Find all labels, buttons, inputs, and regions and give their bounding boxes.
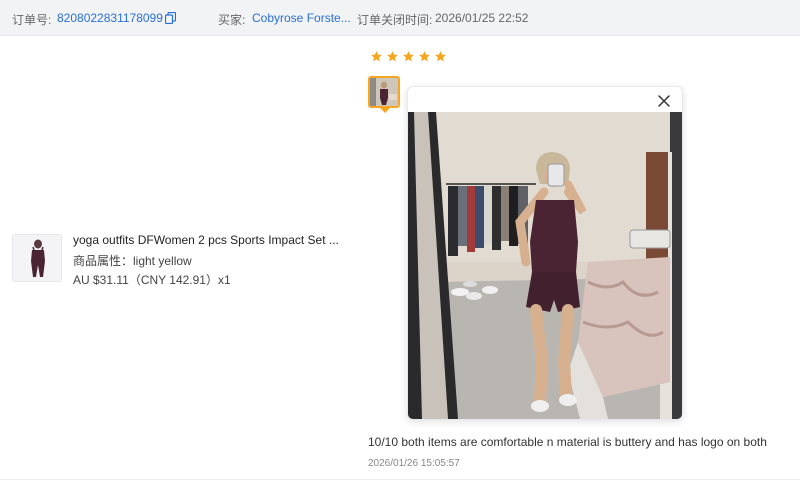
thumbnail-selected-caret (380, 108, 390, 113)
star-icon (435, 51, 446, 62)
buyer-label: 买家: (218, 13, 246, 27)
copy-icon[interactable] (165, 12, 176, 24)
review-image-viewer (407, 86, 683, 420)
star-icon (371, 51, 382, 62)
order-close-time-value: 2026/01/25 22:52 (435, 11, 529, 25)
buyer-name-link[interactable]: Cobyrose Forste... (252, 11, 351, 25)
product-title[interactable]: yoga outfits DFWomen 2 pcs Sports Impact… (73, 233, 339, 247)
star-icon (403, 51, 414, 62)
review-timestamp: 2026/01/26 15:05:57 (368, 458, 460, 469)
review-comment: 10/10 both items are comfortable n mater… (368, 435, 767, 449)
divider (0, 479, 800, 480)
product-attribute: 商品属性：light yellow (73, 254, 192, 268)
star-icon (419, 51, 430, 62)
product-thumbnail[interactable] (12, 234, 62, 282)
order-number-label: 订单号: (12, 13, 52, 27)
review-image-thumbnail[interactable] (368, 76, 400, 108)
star-icon (387, 51, 398, 62)
order-close-time-label: 订单关闭时间: (357, 13, 433, 27)
review-photo[interactable] (408, 112, 682, 419)
order-number-link[interactable]: 8208022831178099 (57, 11, 163, 25)
close-icon[interactable] (656, 93, 672, 109)
rating-stars (370, 50, 447, 63)
order-header-bar: 订单号: 8208022831178099 买家: Cobyrose Forst… (0, 0, 800, 36)
product-price: AU $31.11（CNY 142.91）x1 (73, 273, 231, 287)
